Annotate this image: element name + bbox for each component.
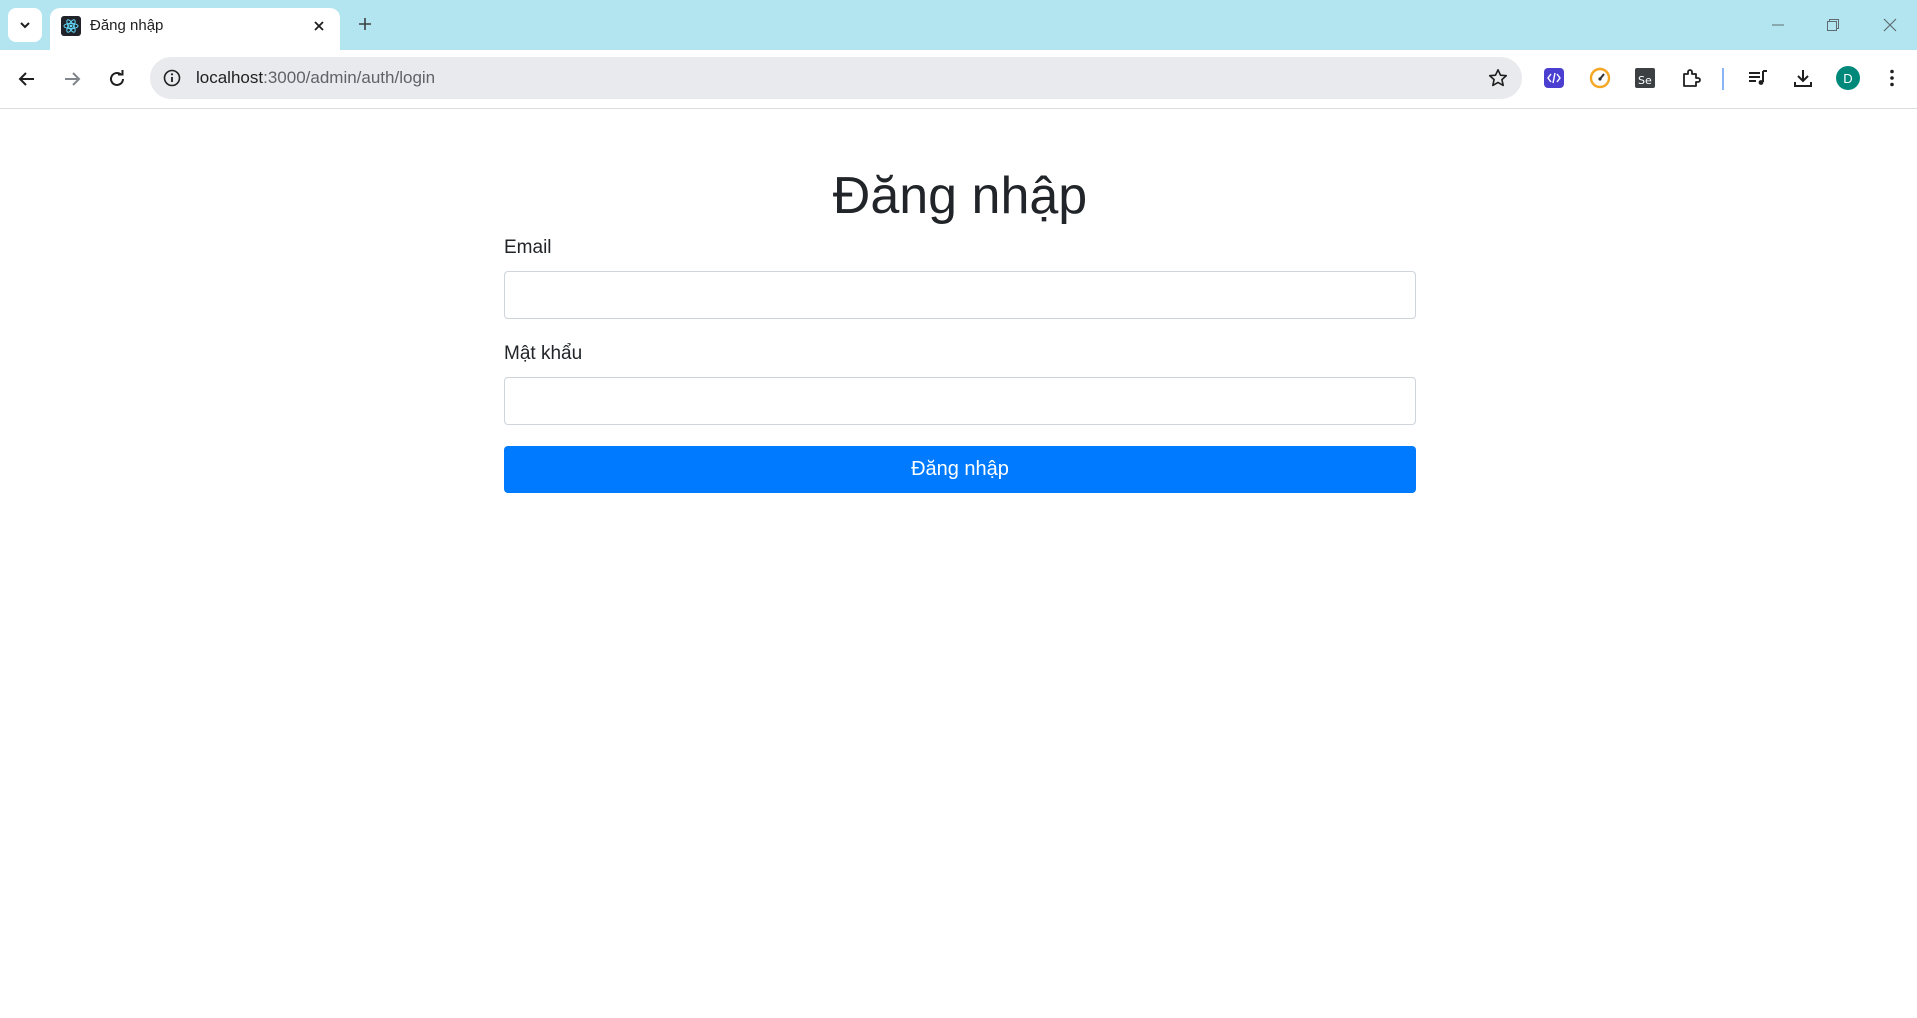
selenium-extension-icon[interactable]: Se xyxy=(1631,64,1659,92)
minimize-window-button[interactable] xyxy=(1758,8,1798,42)
address-bar[interactable]: localhost:3000/admin/auth/login xyxy=(150,57,1522,99)
speedometer-extension-icon[interactable] xyxy=(1586,64,1614,92)
url-path: :3000/admin/auth/login xyxy=(263,68,436,87)
site-info-button[interactable] xyxy=(160,66,184,90)
media-controls-button[interactable] xyxy=(1744,64,1772,92)
minimize-icon xyxy=(1772,24,1784,26)
close-icon xyxy=(314,21,324,31)
email-field[interactable] xyxy=(504,271,1416,320)
email-label: Email xyxy=(504,237,552,259)
reload-icon xyxy=(110,70,124,86)
restore-window-button[interactable] xyxy=(1813,8,1853,42)
arrow-right-icon xyxy=(65,72,81,86)
svg-text:Se: Se xyxy=(1638,74,1652,87)
url-host: localhost xyxy=(196,68,264,87)
password-field[interactable] xyxy=(504,377,1416,426)
close-window-icon xyxy=(1883,18,1897,32)
restore-icon xyxy=(1827,19,1839,31)
arrow-left-icon xyxy=(18,72,34,86)
forward-button[interactable] xyxy=(54,61,90,97)
tab-title: Đăng nhập xyxy=(90,17,164,34)
browser-toolbar: localhost:3000/admin/auth/login Se D xyxy=(0,50,1917,109)
reload-button[interactable] xyxy=(99,61,135,97)
plus-icon xyxy=(359,18,371,30)
page-content: Đăng nhập Email Mật khẩu Đăng nhập xyxy=(0,109,1917,1018)
star-icon xyxy=(1488,69,1508,87)
browser-tab-active[interactable]: Đăng nhập xyxy=(50,8,340,50)
profile-avatar[interactable]: D xyxy=(1836,66,1860,90)
chevron-down-icon xyxy=(20,22,30,29)
react-logo-icon xyxy=(61,16,81,36)
page-title: Đăng nhập xyxy=(832,167,1088,225)
code-extension-icon[interactable] xyxy=(1540,64,1568,92)
media-queue-icon xyxy=(1749,70,1767,85)
bookmark-star-button[interactable] xyxy=(1486,66,1510,90)
downloads-button[interactable] xyxy=(1789,64,1817,92)
login-button[interactable]: Đăng nhập xyxy=(504,446,1416,494)
password-label: Mật khẩu xyxy=(504,343,583,365)
toolbar-separator xyxy=(1722,68,1724,90)
info-icon xyxy=(163,69,181,87)
login-form: Đăng nhập Email Mật khẩu Đăng nhập xyxy=(504,165,1416,494)
browser-tabstrip: Đăng nhập xyxy=(0,0,1917,50)
tab-search-button[interactable] xyxy=(8,8,42,42)
new-tab-button[interactable] xyxy=(352,11,378,37)
url-text[interactable]: localhost:3000/admin/auth/login xyxy=(196,68,435,88)
download-icon xyxy=(1794,70,1812,87)
tab-close-button[interactable] xyxy=(308,15,330,37)
back-button[interactable] xyxy=(9,61,45,97)
browser-menu-button[interactable] xyxy=(1878,64,1906,92)
puzzle-extensions-icon[interactable] xyxy=(1677,64,1705,92)
close-window-button[interactable] xyxy=(1870,8,1910,42)
more-vertical-icon xyxy=(1890,69,1894,87)
